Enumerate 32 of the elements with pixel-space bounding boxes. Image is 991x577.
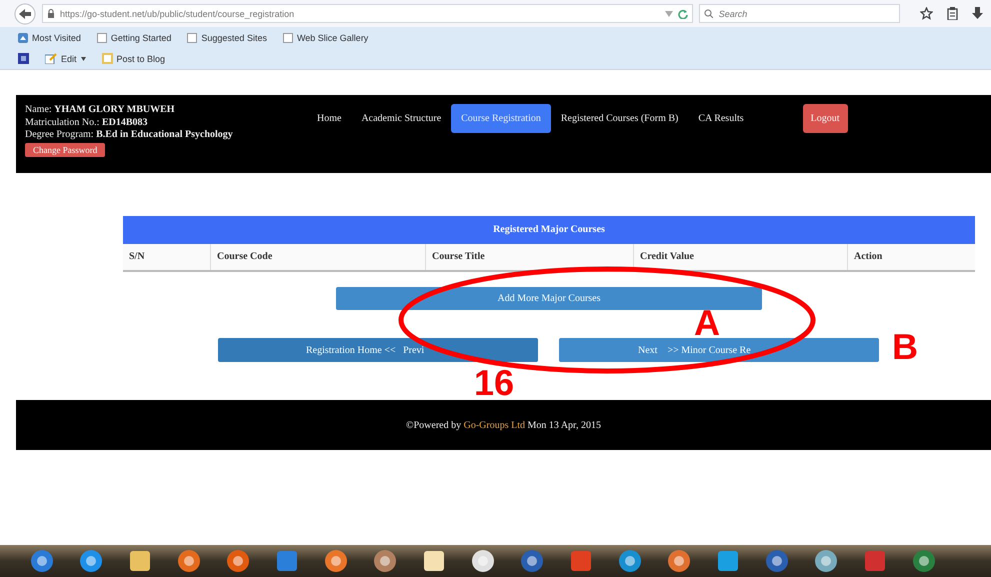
post-to-blog-button[interactable]: Post to Blog xyxy=(116,54,166,64)
bookmark-link[interactable]: Web Slice Gallery xyxy=(296,32,368,42)
logout-button[interactable]: Logout xyxy=(802,104,848,133)
annotation-label: A xyxy=(694,309,720,336)
address-bar[interactable]: https://go-student.net/ub/public/student/course_registration xyxy=(42,4,693,23)
column-header: Course Title xyxy=(425,244,633,270)
column-header: S/N xyxy=(128,250,146,264)
column-header: Course Code xyxy=(210,244,425,270)
url-text: https://go-student.net/ub/public/student/course_registration xyxy=(60,8,296,18)
nav-link[interactable]: Registered Courses (Form B) xyxy=(550,104,688,133)
change-password-button[interactable]: Change Password xyxy=(25,142,106,156)
company-link[interactable]: Go-Groups Ltd xyxy=(464,420,525,430)
table-title: Registered Major Courses xyxy=(123,216,975,244)
column-header: Action xyxy=(847,244,975,270)
bookmark-link[interactable]: Suggested Sites xyxy=(201,32,267,42)
annotation-label: B xyxy=(892,333,918,360)
add-courses-button[interactable]: Add More Major Courses xyxy=(336,287,762,310)
column-header: Credit Value xyxy=(633,244,847,270)
student-info-text: Name: YHAM GLORY MBUWEH xyxy=(25,104,176,116)
previous-button[interactable]: Registration Home << Previ xyxy=(218,338,538,362)
next-button[interactable]: Next >> Minor Course Re xyxy=(559,338,879,362)
student-info-text: Matriculation No.: ED14B083 xyxy=(25,116,148,129)
nav-link[interactable]: Academic Structure xyxy=(351,104,452,133)
nav-link[interactable]: CA Results xyxy=(688,104,754,133)
footer-text: ©Powered by Go-Groups Ltd Mon 13 Apr, 2015 xyxy=(406,420,601,430)
edit-menu[interactable]: Edit xyxy=(61,54,77,64)
annotation-label: 16 xyxy=(474,369,514,396)
bookmark-link[interactable]: Most Visited xyxy=(32,32,81,42)
search-box[interactable]: Search xyxy=(698,4,900,23)
nav-link[interactable]: Home xyxy=(307,104,352,133)
student-info-text: Degree Program: B.Ed in Educational Psychology xyxy=(25,129,234,142)
bookmark-link[interactable]: Getting Started xyxy=(110,32,172,42)
